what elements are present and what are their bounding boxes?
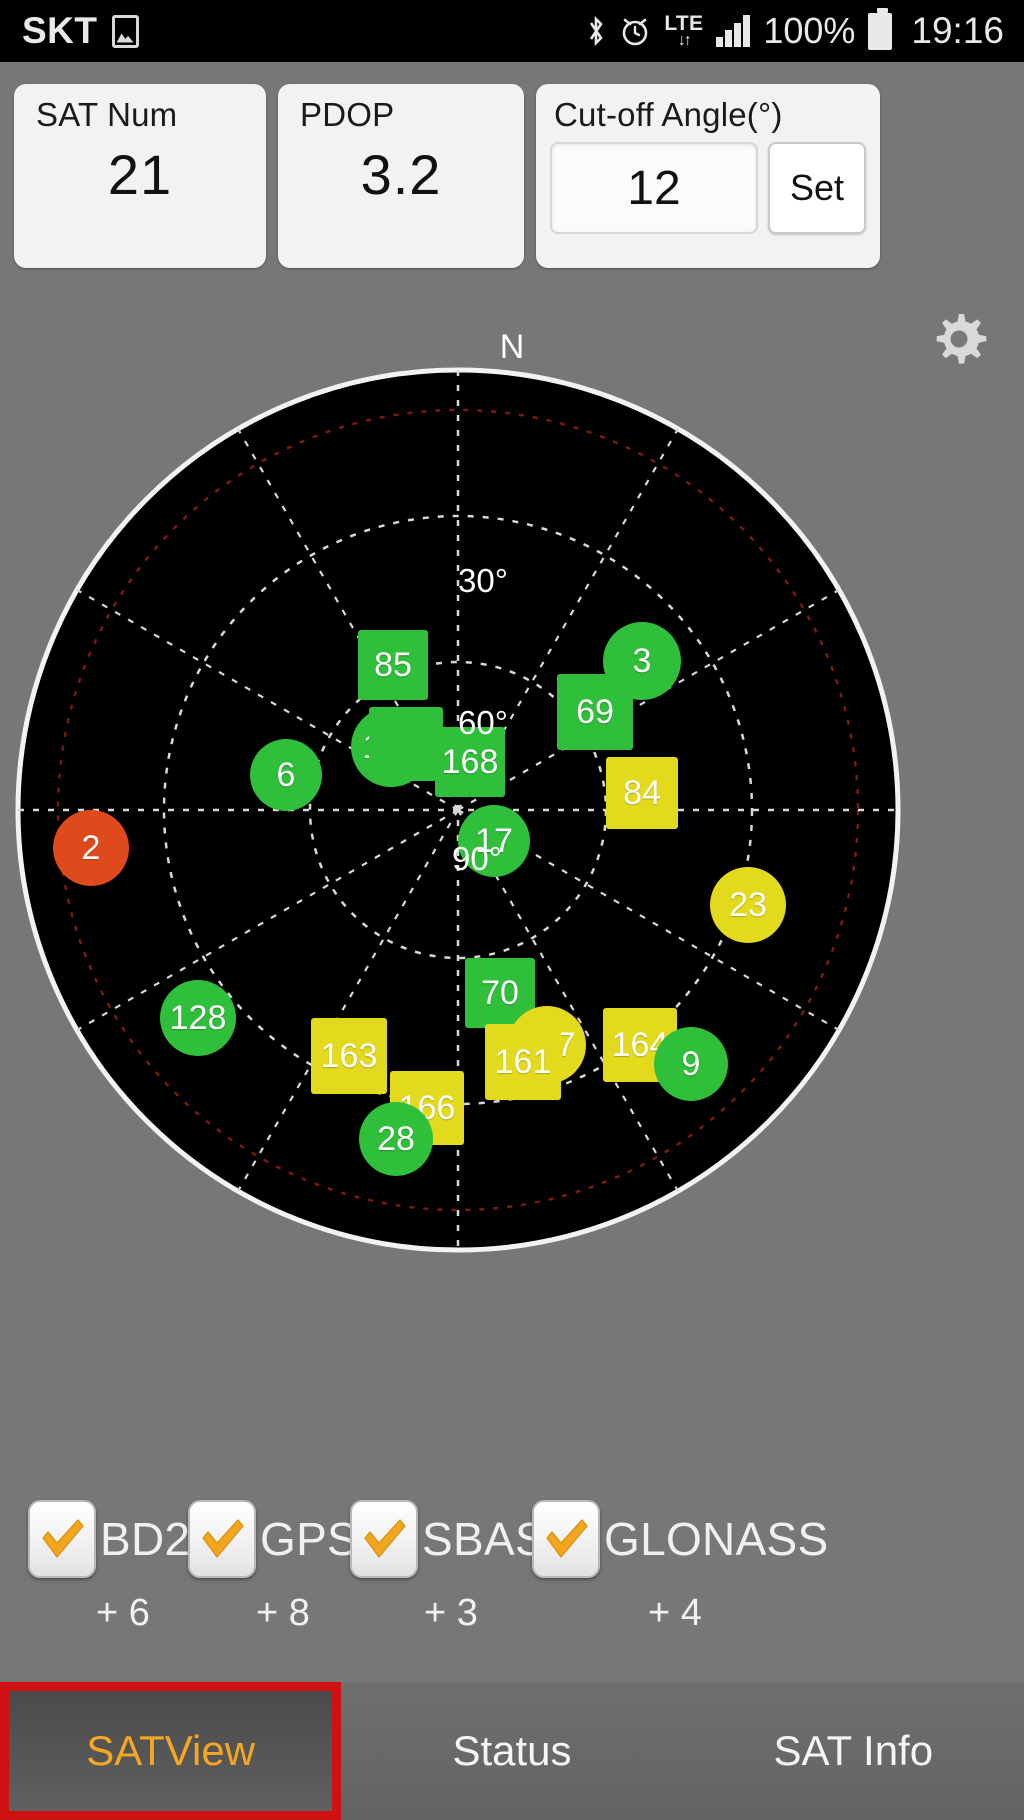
- constellation-count: + 8: [256, 1592, 310, 1634]
- image-icon: [111, 14, 139, 48]
- satellite-marker[interactable]: 6: [250, 739, 322, 811]
- pdop-label: PDOP: [300, 96, 395, 133]
- status-bar-right: LTE ↓↑ 100% 19:16: [586, 7, 1004, 52]
- bluetooth-icon: [586, 14, 606, 48]
- satellite-marker[interactable]: 23: [710, 867, 786, 943]
- tab-status[interactable]: Status: [341, 1682, 682, 1820]
- satellite-id-label: 161: [494, 1043, 552, 1081]
- pdop-value: 3.2: [360, 143, 442, 206]
- satellite-id-label: 84: [623, 774, 661, 812]
- satellite-marker[interactable]: 84: [606, 757, 678, 829]
- sat-num-card: SAT Num 21: [14, 84, 266, 268]
- satellite-marker[interactable]: 28: [359, 1102, 433, 1176]
- sat-num-value: 21: [107, 143, 173, 206]
- checkbox-bd2[interactable]: [28, 1500, 96, 1578]
- tab-label: Status: [452, 1727, 572, 1774]
- satellite-marker[interactable]: 128: [160, 980, 236, 1056]
- checkbox-gps[interactable]: [188, 1500, 256, 1578]
- satellite-id-label: 2: [81, 829, 101, 867]
- sat-num-label: SAT Num: [36, 96, 178, 133]
- elevation-label: 30°: [458, 562, 508, 599]
- check-icon: [202, 1519, 244, 1558]
- satellite-id-label: 163: [320, 1037, 378, 1075]
- set-button[interactable]: Set: [768, 142, 866, 234]
- constellation-label: GLONASS: [604, 1513, 829, 1565]
- pdop-card: PDOP 3.2: [278, 84, 524, 268]
- cutoff-angle-row: 12 Set: [550, 142, 866, 234]
- constellation-label: GPS: [260, 1513, 359, 1565]
- bottom-tab-bar: SATView Status SAT Info: [0, 1682, 1024, 1820]
- battery-percent-label: 100%: [763, 10, 856, 51]
- tab-satview[interactable]: SATView: [0, 1682, 342, 1820]
- lte-arrows: ↓↑: [677, 32, 692, 49]
- constellation-label: SBAS: [422, 1513, 546, 1565]
- tab-sat-info[interactable]: SAT Info: [683, 1682, 1024, 1820]
- status-bar: SKT LTE ↓↑ 100% 19:16: [0, 0, 1024, 62]
- constellation-filter-bd2[interactable]: BD2: [28, 1500, 190, 1578]
- constellation-filter-glonass[interactable]: GLONASS: [532, 1500, 829, 1578]
- signal-bars-icon: [716, 15, 751, 47]
- satellite-id-label: 70: [481, 974, 519, 1012]
- satellite-id-label: 3: [632, 642, 652, 680]
- elevation-label: 60°: [458, 704, 508, 741]
- satellite-marker[interactable]: 9: [654, 1027, 728, 1101]
- summary-cards: SAT Num 21 PDOP 3.2 Cut-off Angle(°) 12 …: [0, 62, 1024, 290]
- satellite-id-label: 168: [441, 743, 499, 781]
- check-icon: [546, 1519, 588, 1558]
- tab-label: SATView: [86, 1727, 256, 1774]
- cutoff-angle-label: Cut-off Angle(°): [554, 96, 783, 133]
- satellite-id-label: 9: [681, 1045, 701, 1083]
- carrier-label: SKT: [22, 10, 98, 51]
- satellite-id-label: 6: [276, 756, 296, 794]
- satellite-id-label: 28: [377, 1120, 415, 1158]
- lte-icon: LTE ↓↑: [664, 13, 703, 49]
- battery-full-icon: [868, 7, 893, 50]
- check-icon: [42, 1519, 84, 1558]
- constellation-count: + 6: [96, 1592, 150, 1634]
- satellite-marker[interactable]: 161: [485, 1024, 561, 1100]
- satellite-marker[interactable]: 69: [557, 674, 633, 750]
- constellation-count: + 4: [648, 1592, 702, 1634]
- lte-label: LTE: [664, 12, 704, 35]
- alarm-icon: [619, 14, 651, 48]
- constellation-filter-sbas[interactable]: SBAS: [350, 1500, 546, 1578]
- checkbox-sbas[interactable]: [350, 1500, 418, 1578]
- constellation-label: BD2: [100, 1513, 191, 1565]
- check-icon: [364, 1519, 406, 1558]
- cutoff-angle-card: Cut-off Angle(°) 12 Set: [536, 84, 880, 268]
- sky-plot-panel: N 85369172168684172: [0, 290, 1024, 1510]
- tab-label: SAT Info: [773, 1727, 934, 1774]
- checkbox-glonass[interactable]: [532, 1500, 600, 1578]
- status-bar-left: SKT: [22, 10, 139, 52]
- sky-plot[interactable]: 8536917216868417223128701649137161163166…: [14, 362, 1010, 1358]
- satellite-id-label: 128: [169, 999, 227, 1037]
- satellite-id-label: 69: [576, 693, 614, 731]
- satellite-id-label: 85: [374, 646, 412, 684]
- constellation-count: + 3: [424, 1592, 478, 1634]
- satellite-marker[interactable]: [369, 707, 443, 781]
- constellation-filter-gps[interactable]: GPS: [188, 1500, 358, 1578]
- satellite-marker[interactable]: 85: [358, 630, 428, 700]
- satellite-marker[interactable]: 163: [311, 1018, 387, 1094]
- cutoff-angle-input[interactable]: 12: [550, 142, 758, 234]
- constellation-filters: BD2 + 6 GPS + 8 SBAS + 3 GLONASS + 4: [0, 1496, 1024, 1682]
- clock-label: 19:16: [911, 10, 1004, 51]
- satellite-marker[interactable]: 2: [53, 810, 129, 886]
- elevation-label: 90°: [452, 840, 502, 877]
- satellite-id-label: 23: [729, 886, 767, 924]
